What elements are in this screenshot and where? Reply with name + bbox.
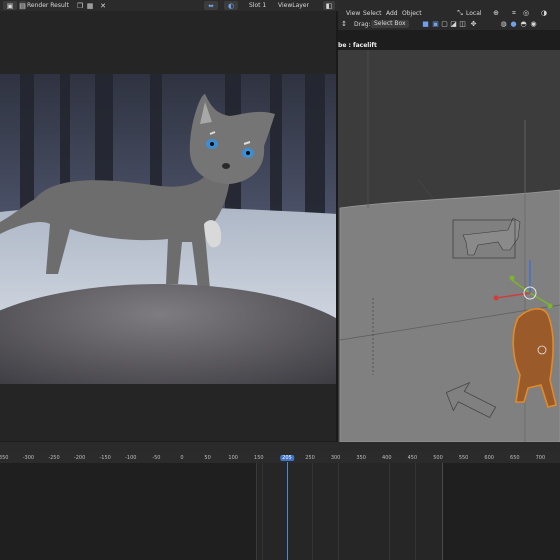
- area-divider-horizontal[interactable]: [0, 442, 560, 451]
- select-intersect-icon[interactable]: ◫: [459, 20, 466, 28]
- range-line: [262, 463, 263, 560]
- timeline-tick-label: 50: [204, 455, 211, 461]
- display-channels-icon[interactable]: ◐: [224, 1, 238, 10]
- timeline-tick-label: 300: [330, 455, 341, 461]
- shading-material-icon[interactable]: ◓: [520, 20, 527, 28]
- save-icon[interactable]: ▦: [86, 1, 94, 10]
- view-layer-selector[interactable]: ViewLayer: [278, 2, 309, 9]
- menu-object[interactable]: Object: [402, 10, 422, 17]
- select-subtract-icon[interactable]: ▢: [441, 20, 448, 28]
- menu-add[interactable]: Add: [386, 10, 398, 17]
- shading-render-icon[interactable]: ◉: [530, 20, 537, 28]
- timeline-tick-label: 0: [180, 455, 184, 461]
- snap-icon[interactable]: ⌗: [510, 9, 518, 17]
- slot-selector[interactable]: Slot 1: [249, 2, 266, 9]
- timeline-tick-label: 400: [382, 455, 392, 461]
- transform-orientation-icon[interactable]: ⤡: [456, 9, 464, 17]
- timeline-tick-label: -200: [73, 455, 86, 461]
- copy-icon[interactable]: ❐: [76, 1, 84, 10]
- select-new-icon[interactable]: ■: [422, 20, 429, 28]
- range-line: [312, 463, 313, 560]
- orientation-selector[interactable]: Local: [466, 10, 482, 17]
- range-line: [415, 463, 416, 560]
- pivot-icon[interactable]: ⊕: [492, 9, 500, 17]
- timeline-tick-label: 600: [484, 455, 494, 461]
- select-invert-icon[interactable]: ◪: [450, 20, 457, 28]
- cursor-tool-icon[interactable]: ↕: [340, 20, 348, 28]
- timeline-tick-label: 550: [458, 455, 469, 461]
- overlay-icon[interactable]: ◑: [540, 9, 548, 17]
- timeline-tick-label: 350: [356, 455, 366, 461]
- playhead-line[interactable]: [287, 462, 288, 560]
- menu-select[interactable]: Select: [363, 10, 382, 17]
- drag-label: Drag:: [354, 21, 371, 28]
- editor-type-icon[interactable]: ▣: [3, 1, 17, 10]
- timeline-tick-label: -300: [22, 455, 35, 461]
- close-icon[interactable]: ✕: [99, 1, 107, 10]
- frame-end-line: [442, 463, 443, 560]
- range-line: [389, 463, 390, 560]
- render-result-image: [0, 74, 338, 384]
- select-mode-dropdown[interactable]: Select Box: [371, 20, 409, 28]
- timeline-tick-label: 150: [254, 455, 264, 461]
- viewport-editor-type-icon[interactable]: ◧: [323, 1, 335, 10]
- image-name-field[interactable]: Render Result: [27, 2, 69, 9]
- timeline-tick-label: -250: [48, 455, 60, 461]
- timeline-tick-label: 500: [433, 455, 443, 461]
- select-extend-icon[interactable]: ▣: [432, 20, 439, 28]
- proportional-icon[interactable]: ◎: [522, 9, 530, 17]
- area-divider-vertical[interactable]: [336, 11, 338, 442]
- timeline-tick-label: 100: [228, 455, 238, 461]
- gizmo-icon[interactable]: ✥: [470, 20, 477, 28]
- viewport-object-label: ibe : facelift: [336, 42, 377, 49]
- timeline-tick-label: -100: [125, 455, 137, 461]
- range-line: [256, 463, 257, 560]
- image-browse-icon[interactable]: ▤: [19, 1, 26, 10]
- menu-view[interactable]: View: [346, 10, 360, 17]
- timeline-tick-label: 450: [407, 455, 418, 461]
- viewport-toggle-icon[interactable]: ⬌: [204, 1, 218, 10]
- timeline-tick-label: -350: [0, 455, 9, 461]
- shading-solid-icon[interactable]: ●: [510, 20, 517, 28]
- timeline-tick-label: -150: [99, 455, 111, 461]
- timeline-tick-label: 650: [510, 455, 520, 461]
- timeline-tick-label: -50: [152, 455, 161, 461]
- viewport-scene[interactable]: [338, 50, 560, 442]
- timeline-tick-label: 250: [305, 455, 315, 461]
- range-line: [338, 463, 339, 560]
- timeline-tick-label: 700: [535, 455, 546, 461]
- current-frame-indicator[interactable]: 205: [280, 455, 294, 461]
- shading-wire-icon[interactable]: ◍: [500, 20, 507, 28]
